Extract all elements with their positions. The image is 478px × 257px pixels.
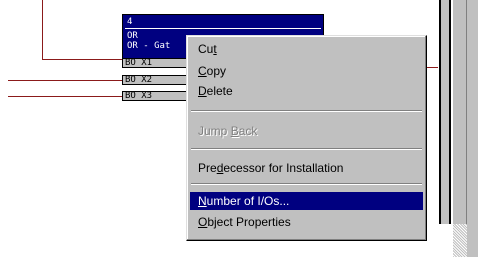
window-edge <box>467 0 478 257</box>
scrollbar-track[interactable] <box>453 224 467 257</box>
block-pin-3[interactable]: BO X3 <box>122 91 188 101</box>
block-name: OR - Gat <box>127 41 171 51</box>
wire-top-horizontal <box>42 59 122 60</box>
menu-separator-3 <box>191 183 422 185</box>
canvas-frame <box>441 0 449 224</box>
block-number: 4 <box>127 17 133 27</box>
menu-separator-2 <box>191 148 422 150</box>
scrollbar-thumb[interactable] <box>453 0 467 224</box>
context-menu: Cut Copy Delete Jump Back Predecessor fo… <box>186 35 427 241</box>
block-pin-2[interactable]: BO X2 <box>122 75 188 85</box>
menu-item-cut[interactable]: Cut <box>190 40 423 58</box>
block-pin-1[interactable]: BO X1 <box>122 58 188 68</box>
block-number-underline <box>125 28 321 29</box>
wire-input-3 <box>8 96 122 97</box>
block-type: OR <box>127 31 138 41</box>
menu-item-delete[interactable]: Delete <box>190 82 423 100</box>
menu-item-number-of-ios[interactable]: Number of I/Os... <box>190 192 423 210</box>
menu-item-jump-back: Jump Back <box>198 124 258 138</box>
menu-item-predecessor-for-installation[interactable]: Predecessor for Installation <box>190 159 423 177</box>
wire-top-vertical <box>42 0 43 60</box>
wire-input-2 <box>8 80 122 81</box>
menu-item-object-properties[interactable]: Object Properties <box>190 213 423 231</box>
menu-separator-1 <box>191 110 422 112</box>
menu-item-copy[interactable]: Copy <box>190 62 423 80</box>
